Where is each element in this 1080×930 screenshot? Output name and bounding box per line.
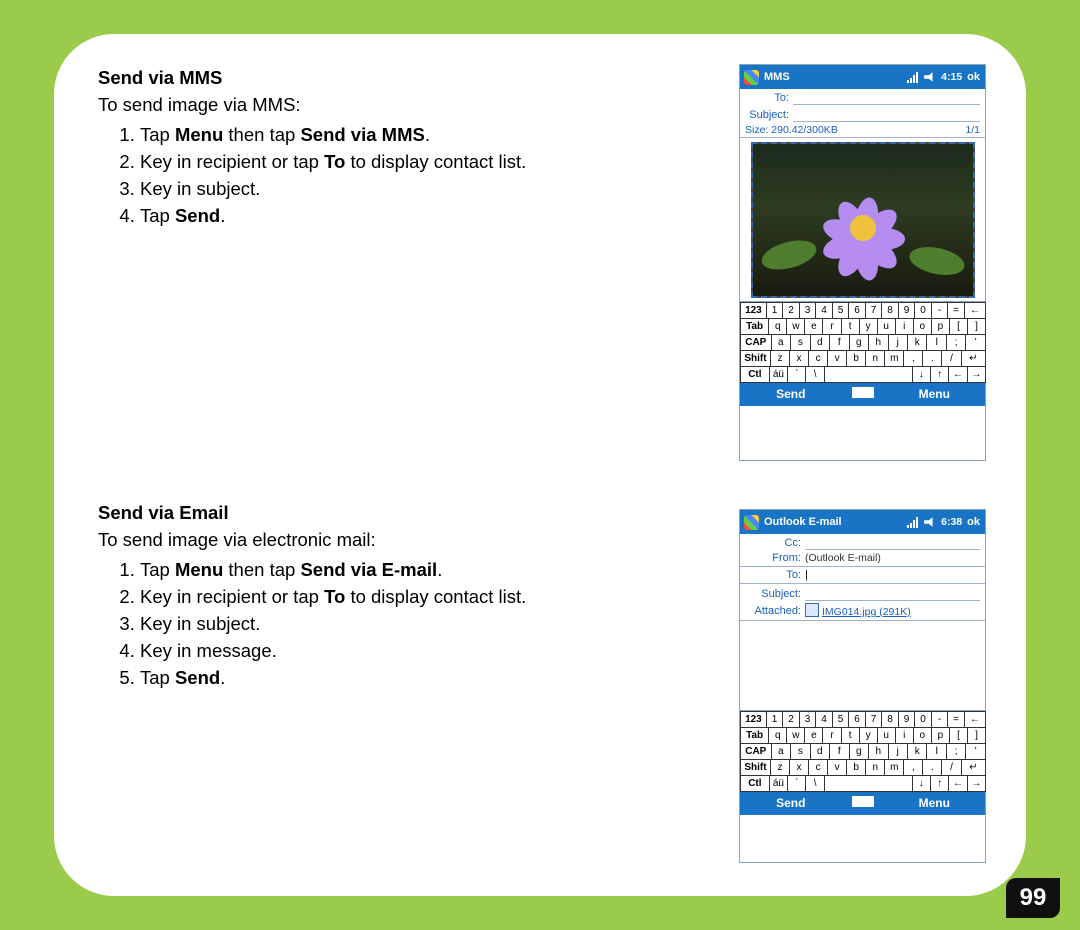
heading-email: Send via Email bbox=[98, 501, 681, 526]
intro-email: To send image via electronic mail: bbox=[98, 528, 681, 553]
soft-keyboard[interactable]: 123 1234567890-= Tab qwertyuiop[] CAP as… bbox=[740, 710, 985, 791]
key-backspace[interactable] bbox=[964, 302, 986, 319]
step: Tap Menu then tap Send via E-mail. bbox=[140, 557, 681, 584]
keyboard-icon bbox=[851, 795, 875, 808]
app-title: Outlook E-mail bbox=[764, 516, 842, 528]
titlebar: Outlook E-mail 6:38 ok bbox=[740, 510, 985, 534]
key-left[interactable] bbox=[948, 366, 967, 383]
key-down[interactable] bbox=[912, 366, 931, 383]
ok-button[interactable]: ok bbox=[967, 516, 980, 528]
step: Key in recipient or tap To to display co… bbox=[140, 149, 681, 176]
attachment-link[interactable]: IMG014.jpg (291K) bbox=[822, 606, 911, 618]
speaker-icon bbox=[924, 71, 936, 83]
screenshot-email: Outlook E-mail 6:38 ok Cc: From: (Outlo bbox=[739, 509, 986, 863]
key-123[interactable]: 123 bbox=[740, 302, 767, 319]
steps-email: Tap Menu then tap Send via E-mail. Key i… bbox=[98, 557, 681, 692]
section-email: Send via Email To send image via electro… bbox=[98, 499, 986, 863]
softkey-menu[interactable]: Menu bbox=[884, 387, 986, 401]
screenshot-mms-col: MMS 4:15 ok To: Subject: bbox=[731, 64, 986, 461]
softkey-menu[interactable]: Menu bbox=[884, 796, 986, 810]
key-cap[interactable]: CAP bbox=[740, 334, 772, 351]
softkey-sip[interactable] bbox=[842, 795, 884, 811]
attached-label: Attached: bbox=[745, 605, 805, 617]
subject-field[interactable]: Subject: bbox=[740, 106, 985, 123]
section-mms-text: Send via MMS To send image via MMS: Tap … bbox=[98, 64, 681, 230]
to-value: | bbox=[805, 569, 808, 581]
flower-icon bbox=[819, 184, 907, 272]
to-field[interactable]: To: | bbox=[740, 568, 985, 582]
step: Key in recipient or tap To to display co… bbox=[140, 584, 681, 611]
softkey-bar: Send Menu bbox=[740, 791, 985, 815]
to-field[interactable]: To: bbox=[740, 89, 985, 106]
key-tab[interactable]: Tab bbox=[740, 318, 769, 335]
mms-photo-slot[interactable] bbox=[751, 142, 975, 298]
key-space[interactable] bbox=[824, 366, 913, 383]
subject-field[interactable]: Subject: bbox=[740, 585, 985, 602]
soft-keyboard[interactable]: 123 1234567890-= Tab qwertyuiop[] CAP as… bbox=[740, 301, 985, 382]
step: Key in message. bbox=[140, 638, 681, 665]
manual-page: Send via MMS To send image via MMS: Tap … bbox=[54, 34, 1026, 896]
step: Tap Menu then tap Send via MMS. bbox=[140, 122, 681, 149]
key-up[interactable] bbox=[930, 366, 949, 383]
intro-mms: To send image via MMS: bbox=[98, 93, 681, 118]
app-title: MMS bbox=[764, 71, 790, 83]
key-ctl[interactable]: Ctl bbox=[740, 366, 770, 383]
key-shift[interactable]: Shift bbox=[740, 350, 771, 367]
section-email-text: Send via Email To send image via electro… bbox=[98, 499, 681, 692]
compose-area[interactable] bbox=[740, 622, 985, 710]
softkey-sip[interactable] bbox=[842, 386, 884, 402]
step: Tap Send. bbox=[140, 665, 681, 692]
size-bar: Size: 290.42/300KB 1/1 bbox=[740, 123, 985, 138]
softkey-send[interactable]: Send bbox=[740, 387, 842, 401]
attachment-icon bbox=[805, 603, 819, 617]
slide-counter: 1/1 bbox=[965, 124, 980, 136]
cc-label: Cc: bbox=[745, 537, 805, 549]
steps-mms: Tap Menu then tap Send via MMS. Key in r… bbox=[98, 122, 681, 230]
section-mms: Send via MMS To send image via MMS: Tap … bbox=[98, 64, 986, 461]
heading-mms: Send via MMS bbox=[98, 66, 681, 91]
step: Tap Send. bbox=[140, 203, 681, 230]
cc-field[interactable]: Cc: bbox=[740, 534, 985, 551]
subject-label: Subject: bbox=[745, 109, 793, 121]
screenshot-mms: MMS 4:15 ok To: Subject: bbox=[739, 64, 986, 461]
key-enter[interactable] bbox=[961, 350, 986, 367]
start-flag-icon[interactable] bbox=[744, 515, 759, 530]
from-label: From: bbox=[745, 552, 805, 564]
step: Key in subject. bbox=[140, 611, 681, 638]
size-text: Size: 290.42/300KB bbox=[745, 124, 838, 136]
attached-field: Attached: IMG014.jpg (291K) bbox=[740, 602, 985, 619]
to-label: To: bbox=[745, 92, 793, 104]
to-label: To: bbox=[745, 569, 805, 581]
from-value: (Outlook E-mail) bbox=[805, 552, 881, 564]
softkey-send[interactable]: Send bbox=[740, 796, 842, 810]
titlebar: MMS 4:15 ok bbox=[740, 65, 985, 89]
signal-icon bbox=[907, 71, 919, 83]
softkey-bar: Send Menu bbox=[740, 382, 985, 406]
subject-label: Subject: bbox=[745, 588, 805, 600]
clock: 4:15 bbox=[941, 71, 962, 83]
from-field: From: (Outlook E-mail) bbox=[740, 551, 985, 565]
signal-icon bbox=[907, 516, 919, 528]
start-flag-icon[interactable] bbox=[744, 70, 759, 85]
speaker-icon bbox=[924, 516, 936, 528]
screenshot-email-col: Outlook E-mail 6:38 ok Cc: From: (Outlo bbox=[731, 499, 986, 863]
page-number-badge: 99 bbox=[1006, 878, 1060, 918]
keyboard-icon bbox=[851, 386, 875, 399]
step: Key in subject. bbox=[140, 176, 681, 203]
ok-button[interactable]: ok bbox=[967, 71, 980, 83]
clock: 6:38 bbox=[941, 516, 962, 528]
key-right[interactable] bbox=[967, 366, 986, 383]
